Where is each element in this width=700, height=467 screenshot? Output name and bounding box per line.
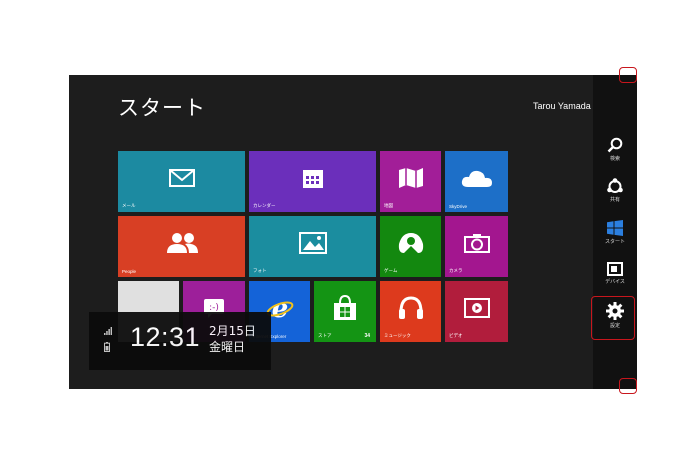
tile-label: ストア: [318, 333, 332, 338]
tile-label: 地図: [384, 203, 393, 208]
map-icon: [398, 167, 423, 188]
tile-store[interactable]: ストア 34: [314, 281, 376, 342]
play-icon: [463, 297, 490, 318]
highlight-top-right-corner: [619, 67, 637, 83]
cloud-icon: [461, 170, 492, 187]
tile-label: カメラ: [449, 268, 463, 273]
tile-label: フォト: [253, 268, 267, 273]
start-screen: スタート Tarou Yamada メール カレンダー 地図 SkyDrive …: [69, 75, 593, 389]
charm-label: 共有: [609, 197, 620, 203]
tile-music[interactable]: ミュージック: [380, 281, 441, 342]
calendar-icon: [302, 169, 323, 188]
tile-label: ビデオ: [449, 333, 463, 338]
tile-calendar[interactable]: カレンダー: [249, 151, 376, 212]
devices-icon: [607, 262, 623, 276]
share-icon: [607, 178, 623, 193]
tile-maps[interactable]: 地図: [380, 151, 441, 212]
tile-video[interactable]: ビデオ: [445, 281, 508, 342]
windows-logo-icon: [607, 220, 623, 236]
charms-bar: 検索 共有 スタート デバイス 設定: [593, 75, 637, 389]
mail-icon: [168, 168, 195, 187]
charm-devices[interactable]: デバイス: [593, 262, 637, 285]
battery-icon: [104, 342, 110, 352]
charm-label: 検索: [609, 156, 620, 162]
camera-icon: [463, 233, 490, 253]
tile-games[interactable]: ゲーム: [380, 216, 441, 277]
clock-date: 2月15日 金曜日: [209, 323, 256, 355]
headphones-icon: [398, 296, 423, 319]
tile-skydrive[interactable]: SkyDrive: [445, 151, 508, 212]
store-badge-count: 34: [364, 333, 370, 339]
weekday-text: 金曜日: [209, 340, 246, 354]
date-text: 2月15日: [209, 324, 256, 338]
clock-time: 12:31: [130, 322, 201, 352]
tile-label: メール: [122, 203, 136, 208]
tile-photos[interactable]: フォト: [249, 216, 376, 277]
tile-label: ミュージック: [384, 333, 411, 338]
charm-label: デバイス: [605, 279, 625, 285]
gamepad-icon: [398, 232, 423, 253]
tile-label: ゲーム: [384, 268, 398, 273]
people-icon: [166, 232, 198, 253]
tile-label: SkyDrive: [449, 204, 468, 209]
charm-search[interactable]: 検索: [593, 137, 637, 162]
tile-label: カレンダー: [253, 203, 276, 208]
user-name[interactable]: Tarou Yamada: [533, 101, 593, 111]
clock-overlay: 12:31 2月15日 金曜日: [89, 312, 271, 370]
charm-label: スタート: [604, 239, 625, 245]
photo-icon: [298, 231, 327, 254]
tile-mail[interactable]: メール: [118, 151, 245, 212]
tile-people[interactable]: People: [118, 216, 245, 277]
signal-icon: [104, 327, 112, 335]
charm-share[interactable]: 共有: [593, 178, 637, 203]
charm-start[interactable]: スタート: [593, 220, 637, 245]
svg-text:e: e: [271, 295, 288, 321]
tile-label: People: [122, 269, 137, 274]
highlight-settings-charm: [591, 296, 635, 340]
search-icon: [607, 137, 623, 153]
highlight-bottom-right-corner: [619, 378, 637, 394]
start-title: スタート: [118, 96, 206, 120]
tile-camera[interactable]: カメラ: [445, 216, 508, 277]
store-bag-icon: [334, 294, 356, 320]
